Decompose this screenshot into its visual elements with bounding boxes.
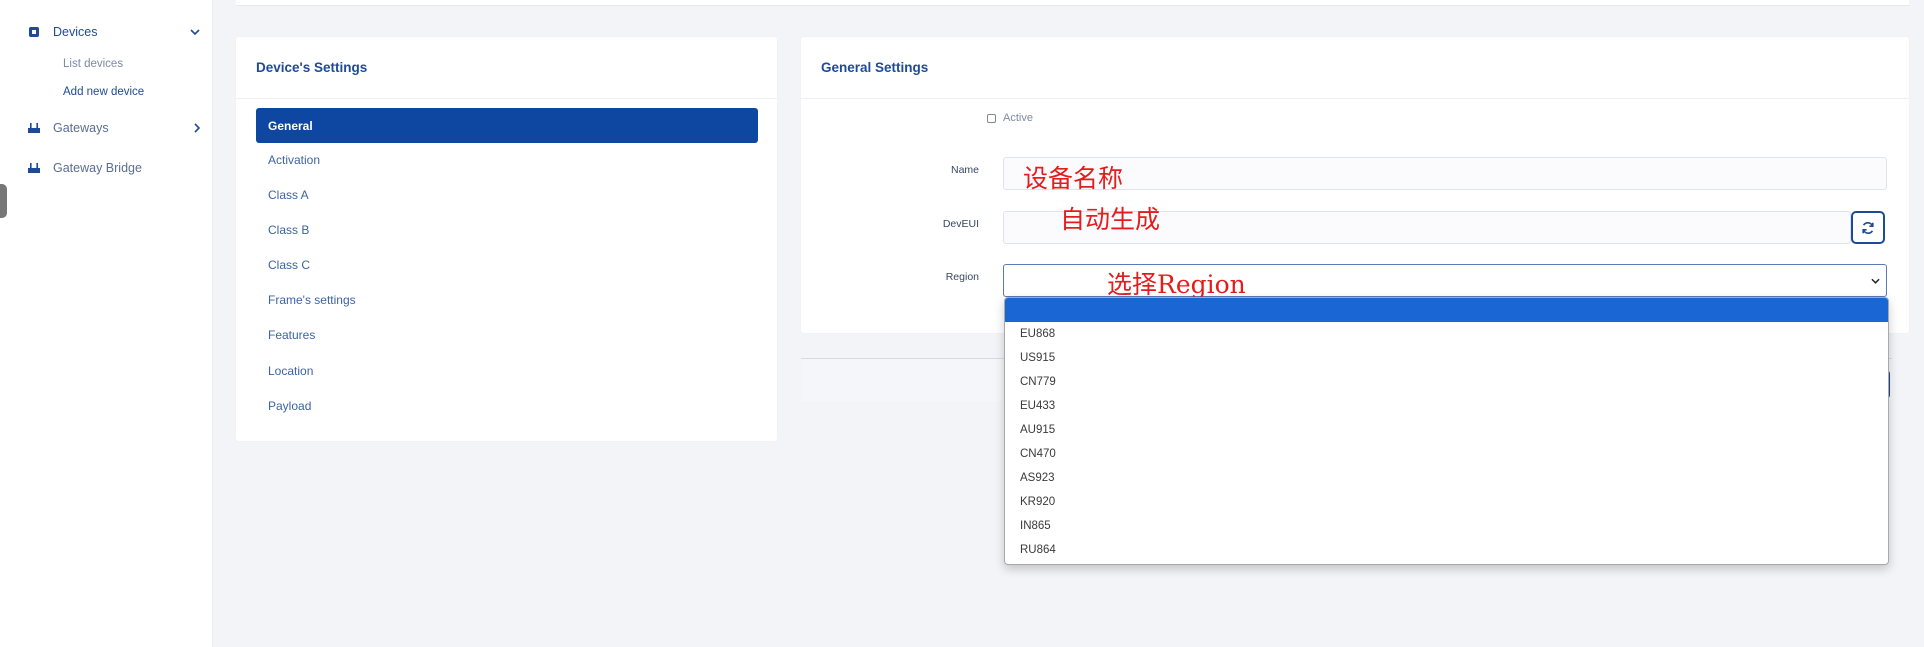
settings-nav-payload[interactable]: Payload <box>256 388 758 423</box>
generate-deveui-button[interactable] <box>1851 211 1885 244</box>
device-settings-card: Device's Settings General Activation Cla… <box>236 37 777 441</box>
settings-nav-class-b[interactable]: Class B <box>256 212 758 247</box>
left-edge-strip <box>0 0 13 647</box>
active-checkbox[interactable] <box>987 114 996 123</box>
settings-nav-location[interactable]: Location <box>256 353 758 388</box>
refresh-icon <box>1862 221 1874 234</box>
sidebar-subitem-add-new-device[interactable]: Add new device <box>63 86 144 98</box>
region-option-empty[interactable] <box>1005 298 1888 322</box>
name-input[interactable] <box>1003 157 1887 190</box>
region-label: Region <box>945 271 979 283</box>
chip-icon <box>29 27 39 37</box>
device-settings-title: Device's Settings <box>236 37 777 99</box>
sidebar-item-gateway-bridge[interactable]: Gateway Bridge <box>13 154 212 182</box>
gateway-icon <box>28 123 40 133</box>
settings-nav-activation[interactable]: Activation <box>256 142 758 177</box>
region-option[interactable]: RU864 <box>1020 544 1056 556</box>
name-annotation: 设备名称 <box>1023 164 1124 193</box>
name-label: Name <box>950 164 979 176</box>
settings-nav-class-a[interactable]: Class A <box>256 177 758 212</box>
region-dropdown: EU868 US915 CN779 EU433 AU915 CN470 AS92… <box>1004 297 1889 565</box>
sidebar: Devices List devices Add new device Gate… <box>13 0 213 647</box>
region-option[interactable]: EU868 <box>1020 328 1055 340</box>
region-option[interactable]: US915 <box>1020 352 1055 364</box>
sidebar-item-gateways[interactable]: Gateways <box>13 114 212 142</box>
region-annotation: 选择Region <box>1107 270 1246 299</box>
settings-nav-general[interactable]: General <box>256 108 758 143</box>
sidebar-item-devices[interactable]: Devices <box>13 18 212 46</box>
region-option[interactable]: CN470 <box>1020 448 1056 460</box>
sidebar-item-label: Devices <box>53 25 98 39</box>
region-option[interactable]: EU433 <box>1020 400 1055 412</box>
region-option[interactable]: AU915 <box>1020 424 1055 436</box>
deveui-annotation: 自动生成 <box>1060 205 1161 234</box>
general-settings-title: General Settings <box>801 37 1909 99</box>
sidebar-item-label: Gateway Bridge <box>53 161 142 175</box>
settings-nav-features[interactable]: Features <box>256 317 758 352</box>
region-option[interactable]: IN865 <box>1020 520 1051 532</box>
active-label: Active <box>1003 112 1033 124</box>
region-option[interactable]: KR920 <box>1020 496 1055 508</box>
chevron-right-icon[interactable] <box>194 123 200 133</box>
chevron-down-icon[interactable] <box>190 29 200 35</box>
sidebar-item-label: Gateways <box>53 121 109 135</box>
settings-nav-frames-settings[interactable]: Frame's settings <box>256 282 758 317</box>
sidebar-subitem-list-devices[interactable]: List devices <box>63 58 123 70</box>
settings-nav-class-c[interactable]: Class C <box>256 247 758 282</box>
deveui-label: DevEUI <box>942 218 979 230</box>
region-option[interactable]: AS923 <box>1020 472 1055 484</box>
region-option[interactable]: CN779 <box>1020 376 1056 388</box>
gateway-bridge-icon <box>28 163 40 173</box>
top-card-edge <box>236 0 1909 6</box>
chevron-down-icon <box>1871 278 1880 284</box>
scrollbar-handle[interactable] <box>0 184 7 218</box>
